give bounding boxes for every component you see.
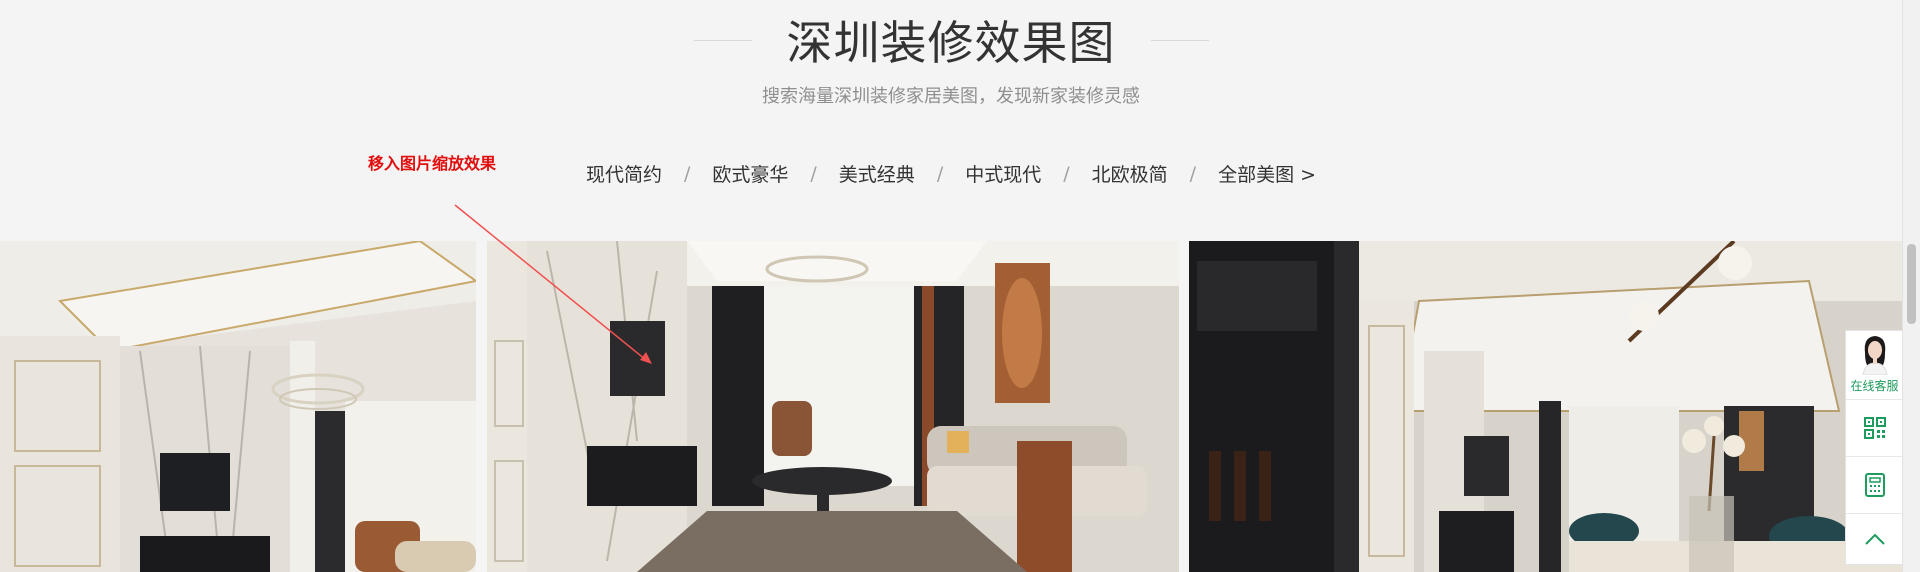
living-room-photo-3	[1189, 241, 1902, 572]
living-room-photo-2	[487, 241, 1179, 572]
section-title: 深圳装修效果图	[786, 16, 1116, 70]
qr-code-button[interactable]	[1846, 400, 1903, 457]
title-left-line	[693, 39, 752, 41]
gallery-image-1[interactable]	[0, 241, 476, 572]
nav-item-nordic[interactable]: 北欧极简	[1092, 160, 1168, 187]
back-to-top-button[interactable]	[1846, 514, 1903, 564]
nav-item-chinese[interactable]: 中式现代	[965, 160, 1041, 187]
nav-separator: /	[1063, 162, 1070, 185]
nav-separator: /	[936, 162, 944, 185]
gallery	[0, 241, 1902, 572]
nav-item-modern[interactable]: 现代简约	[586, 160, 662, 187]
annotation-text: 移入图片缩放效果	[368, 154, 497, 173]
nav-item-american[interactable]: 美式经典	[839, 160, 915, 187]
title-right-line	[1150, 39, 1209, 41]
online-service-label: 在线客服	[1850, 379, 1899, 393]
floating-toolbar: 在线客服	[1845, 330, 1904, 565]
calculator-button[interactable]	[1846, 457, 1903, 514]
nav-item-all[interactable]: 全部美图 >	[1218, 160, 1316, 187]
nav-separator: /	[810, 162, 817, 185]
title-row: 深圳装修效果图	[0, 10, 1902, 70]
online-service-button[interactable]: 在线客服	[1846, 331, 1903, 400]
calculator-icon	[1864, 473, 1885, 497]
back-to-top-icon	[1864, 533, 1885, 545]
header-section: 深圳装修效果图 搜索海量深圳装修家居美图，发现新家装修灵感 现代简约 / 欧式豪…	[0, 0, 1902, 241]
qr-code-icon	[1863, 417, 1886, 439]
gallery-image-3[interactable]	[1189, 241, 1902, 572]
section-subtitle: 搜索海量深圳装修家居美图，发现新家装修灵感	[762, 86, 1140, 107]
scrollbar-thumb[interactable]	[1907, 244, 1916, 324]
living-room-photo-1	[0, 241, 476, 572]
nav-separator: /	[683, 162, 691, 185]
style-nav: 现代简约 / 欧式豪华 / 美式经典 / 中式现代 / 北欧极简 / 全部美图 …	[0, 160, 1902, 187]
page-scrollbar[interactable]	[1902, 0, 1920, 572]
nav-item-european[interactable]: 欧式豪华	[712, 160, 788, 187]
gallery-image-2[interactable]	[487, 241, 1179, 572]
nav-separator: /	[1189, 162, 1197, 185]
service-agent-avatar-icon	[1854, 331, 1895, 375]
